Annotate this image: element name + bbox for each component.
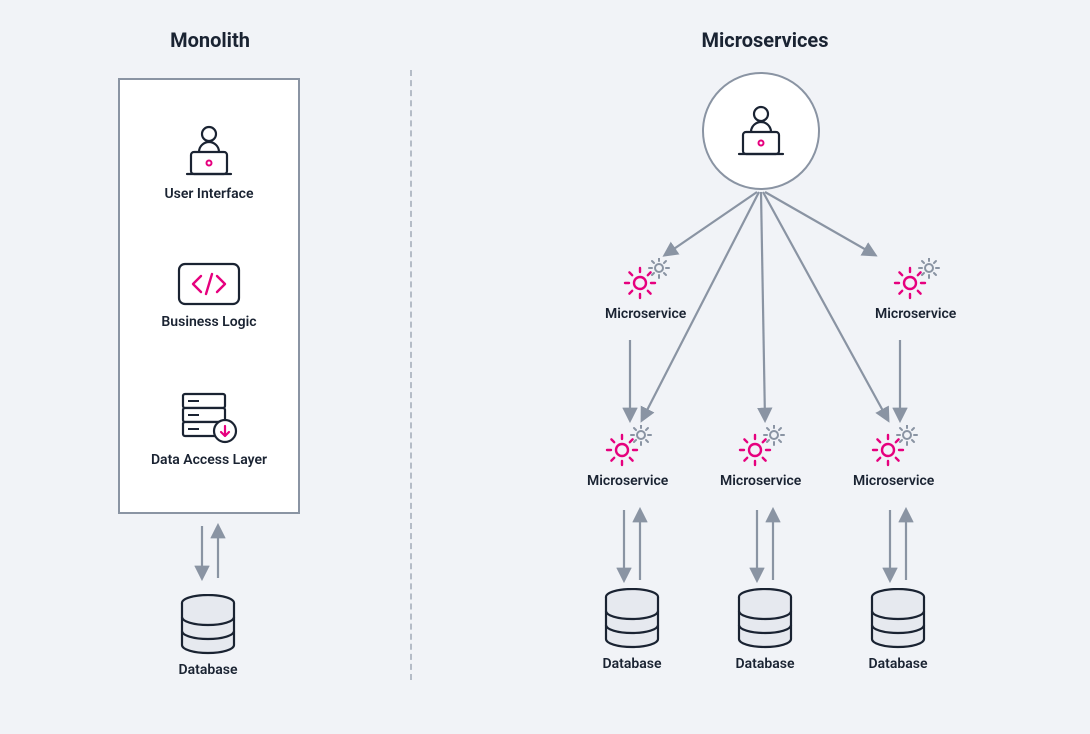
monolith-database: Database	[178, 594, 238, 678]
gears-icon	[869, 425, 919, 467]
database-icon	[735, 588, 795, 650]
monolith-layer-data: Data Access Layer	[151, 390, 267, 468]
db3-label: Database	[869, 656, 928, 672]
monolith-db-arrow	[180, 518, 240, 588]
monolith-db-label: Database	[179, 662, 238, 678]
user-laptop-icon	[177, 124, 241, 178]
microservice-arrows	[470, 80, 1090, 640]
gears-icon	[603, 425, 653, 467]
microservice-2: Microservice	[587, 425, 668, 489]
database-icon	[602, 588, 662, 650]
section-divider	[410, 70, 412, 680]
ms-database-3: Database	[868, 588, 928, 672]
database-icon	[868, 588, 928, 650]
microservice-3: Microservice	[720, 425, 801, 489]
microservices-title: Microservices	[615, 28, 915, 52]
gears-icon	[621, 258, 671, 300]
ms3-label: Microservice	[720, 473, 801, 489]
ms1-label: Microservice	[605, 306, 686, 322]
gears-icon	[736, 425, 786, 467]
monolith-container: User Interface Business Logic Data Acces…	[118, 78, 300, 514]
ui-label: User Interface	[164, 186, 253, 202]
microservice-5: Microservice	[875, 258, 956, 322]
db1-label: Database	[603, 656, 662, 672]
monolith-layer-logic: Business Logic	[161, 262, 256, 330]
code-icon	[177, 262, 241, 306]
ms4-label: Microservice	[853, 473, 934, 489]
ms-database-1: Database	[602, 588, 662, 672]
logic-label: Business Logic	[161, 314, 256, 330]
gears-icon	[891, 258, 941, 300]
database-icon	[178, 594, 238, 656]
monolith-title: Monolith	[90, 28, 330, 52]
ms2-label: Microservice	[587, 473, 668, 489]
ms5-label: Microservice	[875, 306, 956, 322]
data-access-icon	[177, 390, 241, 444]
ms-database-2: Database	[735, 588, 795, 672]
monolith-layer-ui: User Interface	[164, 124, 253, 202]
microservice-1: Microservice	[605, 258, 686, 322]
dal-label: Data Access Layer	[151, 452, 267, 468]
microservice-4: Microservice	[853, 425, 934, 489]
db2-label: Database	[736, 656, 795, 672]
